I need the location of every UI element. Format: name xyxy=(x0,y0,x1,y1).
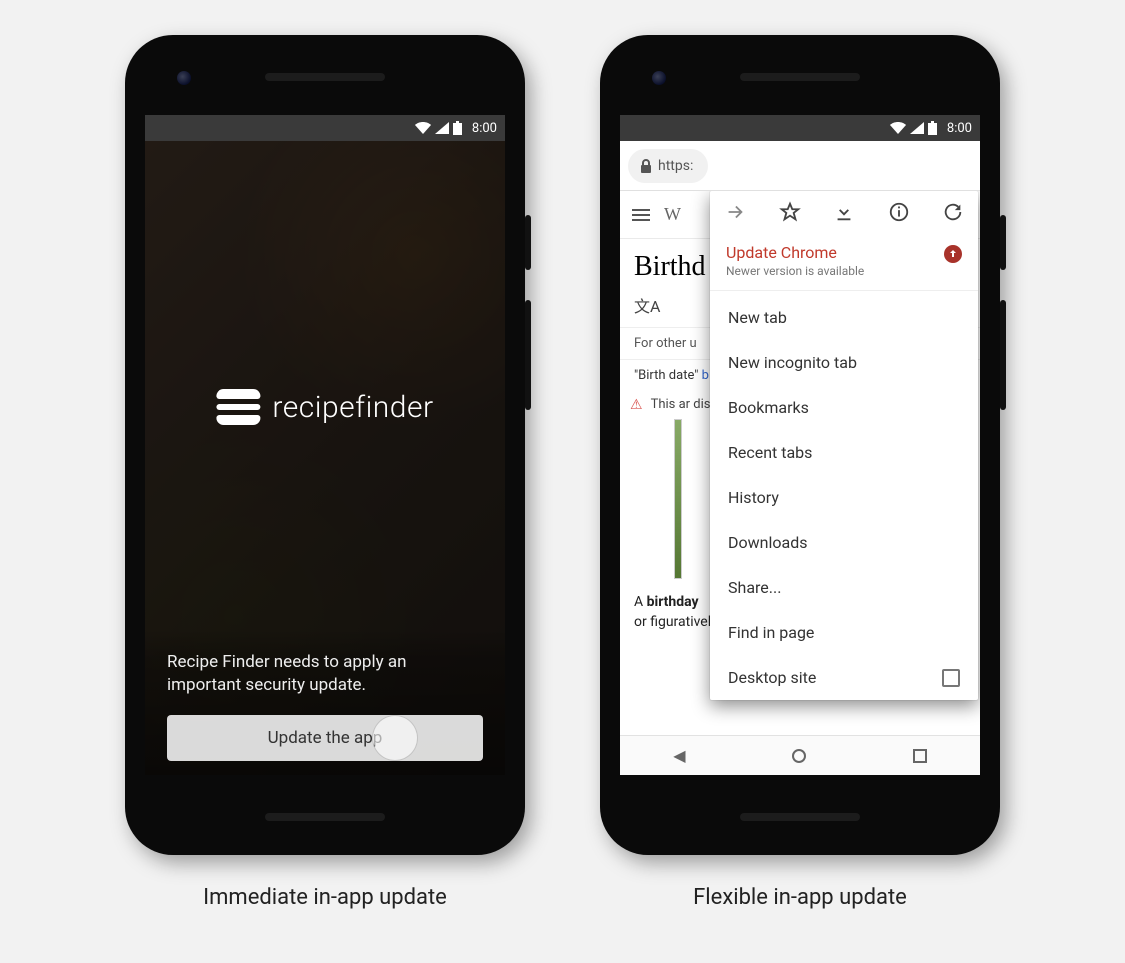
menu-downloads[interactable]: Downloads xyxy=(710,520,978,565)
caption-left: Immediate in-app update xyxy=(203,885,447,910)
volume-button[interactable] xyxy=(525,300,531,410)
touch-indicator xyxy=(373,716,417,760)
nav-home-icon[interactable] xyxy=(792,749,806,763)
nav-recents-icon[interactable] xyxy=(913,749,927,763)
update-message: Recipe Finder needs to apply an importan… xyxy=(167,651,483,697)
star-icon[interactable] xyxy=(779,201,801,223)
lock-icon xyxy=(640,159,652,173)
status-time: 8:00 xyxy=(472,121,497,136)
system-nav-bar: ◀ xyxy=(620,735,980,775)
burger-icon xyxy=(216,385,260,429)
app-brand: recipefinder xyxy=(216,385,433,429)
menu-new-incognito-tab[interactable]: New incognito tab xyxy=(710,340,978,385)
status-bar: 8:00 xyxy=(620,115,980,141)
speaker-bottom xyxy=(740,813,860,821)
wifi-icon xyxy=(415,122,431,134)
volume-button[interactable] xyxy=(1000,300,1006,410)
caption-right: Flexible in-app update xyxy=(693,885,907,910)
battery-icon xyxy=(928,121,937,135)
status-bar: 8:00 xyxy=(145,115,505,141)
update-badge-icon xyxy=(944,245,962,263)
brand-text: recipefinder xyxy=(272,390,433,425)
chrome-screen: https: W Birthd 文A For other u "Birth da… xyxy=(620,141,980,775)
info-icon[interactable] xyxy=(888,201,910,223)
power-button[interactable] xyxy=(1000,215,1006,270)
phone-frame-right: 8:00 https: W Birthd xyxy=(600,35,1000,855)
hamburger-icon[interactable] xyxy=(632,209,650,221)
menu-desktop-site[interactable]: Desktop site xyxy=(710,655,978,700)
update-subtitle: Newer version is available xyxy=(726,264,934,278)
phone-frame-left: 8:00 recipefinder Recipe Finder needs to… xyxy=(125,35,525,855)
wiki-logo: W xyxy=(664,204,682,225)
update-button-label: Update the app xyxy=(268,728,383,748)
desktop-site-checkbox[interactable] xyxy=(942,669,960,687)
article-thumbnail xyxy=(674,419,682,579)
nav-back-icon[interactable]: ◀ xyxy=(673,746,685,765)
recipe-app-screen: recipefinder Recipe Finder needs to appl… xyxy=(145,141,505,775)
update-title: Update Chrome xyxy=(726,243,934,262)
speaker-bottom xyxy=(265,813,385,821)
status-time: 8:00 xyxy=(947,121,972,136)
speaker-top xyxy=(740,73,860,81)
omnibox[interactable]: https: xyxy=(628,149,708,183)
menu-share[interactable]: Share... xyxy=(710,565,978,610)
wifi-icon xyxy=(890,122,906,134)
page-content[interactable]: W Birthd 文A For other u "Birth date" bir… xyxy=(620,191,980,735)
cell-signal-icon xyxy=(435,122,449,134)
menu-bookmarks[interactable]: Bookmarks xyxy=(710,385,978,430)
redirect-prefix: "Birth date" xyxy=(634,368,698,383)
menu-icon-row xyxy=(710,191,978,233)
cell-signal-icon xyxy=(910,122,924,134)
reload-icon[interactable] xyxy=(942,201,964,223)
speaker-top xyxy=(265,73,385,81)
menu-update-chrome[interactable]: Update Chrome Newer version is available xyxy=(710,233,978,286)
screen-left: 8:00 recipefinder Recipe Finder needs to… xyxy=(145,115,505,775)
menu-find-in-page[interactable]: Find in page xyxy=(710,610,978,655)
download-icon[interactable] xyxy=(833,201,855,223)
overflow-menu: Update Chrome Newer version is available… xyxy=(710,191,978,700)
menu-separator xyxy=(710,290,978,291)
menu-new-tab[interactable]: New tab xyxy=(710,295,978,340)
screen-right: 8:00 https: W Birthd xyxy=(620,115,980,775)
menu-recent-tabs[interactable]: Recent tabs xyxy=(710,430,978,475)
update-app-button[interactable]: Update the app xyxy=(167,715,483,761)
omnibox-text: https: xyxy=(658,158,693,174)
update-prompt: Recipe Finder needs to apply an importan… xyxy=(145,629,505,775)
menu-history[interactable]: History xyxy=(710,475,978,520)
forward-icon[interactable] xyxy=(724,201,746,223)
power-button[interactable] xyxy=(525,215,531,270)
battery-icon xyxy=(453,121,462,135)
toolbar: https: xyxy=(620,141,980,191)
warning-icon: ⚠ xyxy=(630,397,643,413)
